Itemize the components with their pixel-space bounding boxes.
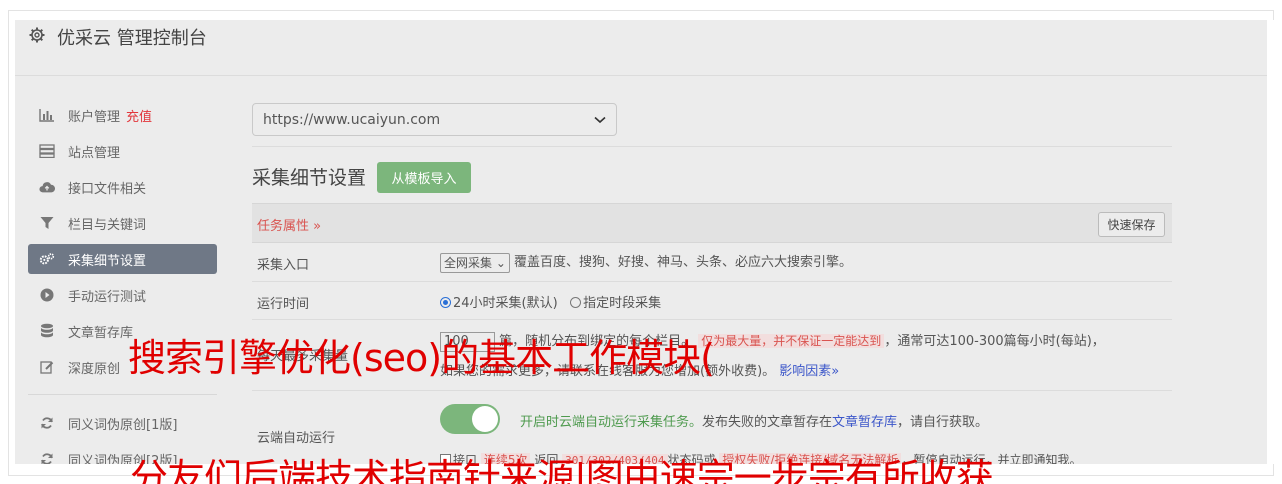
row-label: 采集入口 xyxy=(257,258,310,273)
task-attributes-bar: 任务属性 » 快速保存 xyxy=(252,203,1172,243)
quick-save-button[interactable]: 快速保存 xyxy=(1098,212,1165,237)
refresh-icon xyxy=(39,451,55,464)
sidebar-item-label: 栏目与关键词 xyxy=(68,217,147,233)
gear-icon xyxy=(29,27,45,43)
sidebar-item-label: 站点管理 xyxy=(68,145,121,161)
sidebar-item-label: 采集细节设置 xyxy=(68,253,147,269)
row-run-time: 运行时间 24小时采集(默认) 指定时段采集 xyxy=(252,282,1172,320)
sidebar-item-label: 手动运行测试 xyxy=(68,289,147,305)
site-url-value: https://www.ucaiyun.com xyxy=(263,111,441,128)
sidebar-item-label: 同义词伪原创[1版] xyxy=(68,417,178,433)
edit-icon xyxy=(39,359,55,375)
chevron-down-icon xyxy=(594,116,606,123)
radio-24h[interactable] xyxy=(440,297,451,308)
recharge-link[interactable]: 充值 xyxy=(126,106,152,125)
play-circle-icon xyxy=(39,287,55,303)
database-icon xyxy=(39,323,55,339)
toggle-knob xyxy=(472,406,498,432)
row-cloud-auto: 云端自动运行 开启时云端自动运行采集任务。发布失败的文章暂存在文章暂存库，请自行… xyxy=(252,391,1172,464)
cloud-enabled-text: 开启时云端自动运行采集任务。 xyxy=(520,415,703,430)
header: 优采云 管理控制台 xyxy=(15,20,1267,76)
cloud-failure-text: 发布失败的文章暂存在 xyxy=(702,415,833,430)
sidebar: 账户管理 充值 站点管理 接口文件相关 栏目与关键词 采集细节设置 手动运行测试… xyxy=(15,76,235,464)
main-panel: https://www.ucaiyun.com 采集细节设置 从模板导入 任务属… xyxy=(252,76,1172,464)
sidebar-item-sites[interactable]: 站点管理 xyxy=(28,136,217,166)
radio-timed-label: 指定时段采集 xyxy=(583,296,662,311)
overlay-caption-1: 搜索引擎优化(seo)的基本工作模块( xyxy=(128,336,715,380)
radio-24h-label: 24小时采集(默认) xyxy=(453,296,558,311)
task-attributes-toggle[interactable]: 任务属性 » xyxy=(257,215,321,234)
cloud-auto-toggle[interactable] xyxy=(440,404,500,434)
sidebar-item-interface-files[interactable]: 接口文件相关 xyxy=(28,172,217,202)
sidebar-item-manual-run[interactable]: 手动运行测试 xyxy=(28,280,217,310)
max-warning: 仅为最大量，并不保证一定能达到 xyxy=(698,334,885,348)
overlay-caption-2: 分友们后端技术指南针来源|图由速宗一步宗有所收获 xyxy=(130,456,994,484)
import-template-button[interactable]: 从模板导入 xyxy=(377,162,471,193)
site-url-select[interactable]: https://www.ucaiyun.com xyxy=(252,103,617,136)
cloud-fetch-text: ，请自行获取。 xyxy=(897,415,989,430)
sidebar-item-label: 账户管理 xyxy=(68,109,121,125)
divider xyxy=(252,146,1172,147)
radio-timed[interactable] xyxy=(570,297,582,308)
gears-icon xyxy=(39,251,55,267)
sidebar-item-synonym-v1[interactable]: 同义词伪原创[1版] xyxy=(28,408,217,438)
impact-factors-link[interactable]: 影响因素» xyxy=(779,364,839,379)
sidebar-item-label: 接口文件相关 xyxy=(68,181,147,197)
entry-select-value: 全网采集 xyxy=(444,255,493,270)
sidebar-item-account[interactable]: 账户管理 充值 xyxy=(28,100,217,130)
sidebar-item-label: 文章暂存库 xyxy=(68,325,134,341)
row-label: 运行时间 xyxy=(257,297,310,312)
filter-icon xyxy=(39,215,55,231)
sidebar-item-label: 深度原创 xyxy=(68,361,121,377)
sidebar-item-columns-keywords[interactable]: 栏目与关键词 xyxy=(28,208,217,238)
bar-chart-icon xyxy=(39,107,55,123)
console-window: 优采云 管理控制台 账户管理 充值 站点管理 接口文件相关 栏目与关键词 采集细… xyxy=(15,20,1267,464)
row-label: 云端自动运行 xyxy=(257,431,336,446)
cloud-upload-icon xyxy=(39,179,55,195)
refresh-icon xyxy=(39,415,55,431)
row-collection-entry: 采集入口 全网采集 ⌄ 覆盖百度、搜狗、好搜、神马、头条、必应六大搜索引擎。 xyxy=(252,243,1172,282)
daily-max-text-2: ，通常可达100-300篇每小时(每站)， xyxy=(884,334,1105,349)
scrollbar[interactable] xyxy=(1268,20,1282,464)
article-storage-link[interactable]: 文章暂存库 xyxy=(832,415,897,430)
server-icon xyxy=(39,143,55,159)
section-title: 采集细节设置 xyxy=(252,167,367,189)
entry-description: 覆盖百度、搜狗、好搜、神马、头条、必应六大搜索引擎。 xyxy=(514,255,853,270)
sidebar-item-collection-settings[interactable]: 采集细节设置 xyxy=(28,244,217,274)
page-title: 优采云 管理控制台 xyxy=(57,28,207,49)
entry-select[interactable]: 全网采集 ⌄ xyxy=(440,252,510,273)
sidebar-divider xyxy=(28,394,217,395)
